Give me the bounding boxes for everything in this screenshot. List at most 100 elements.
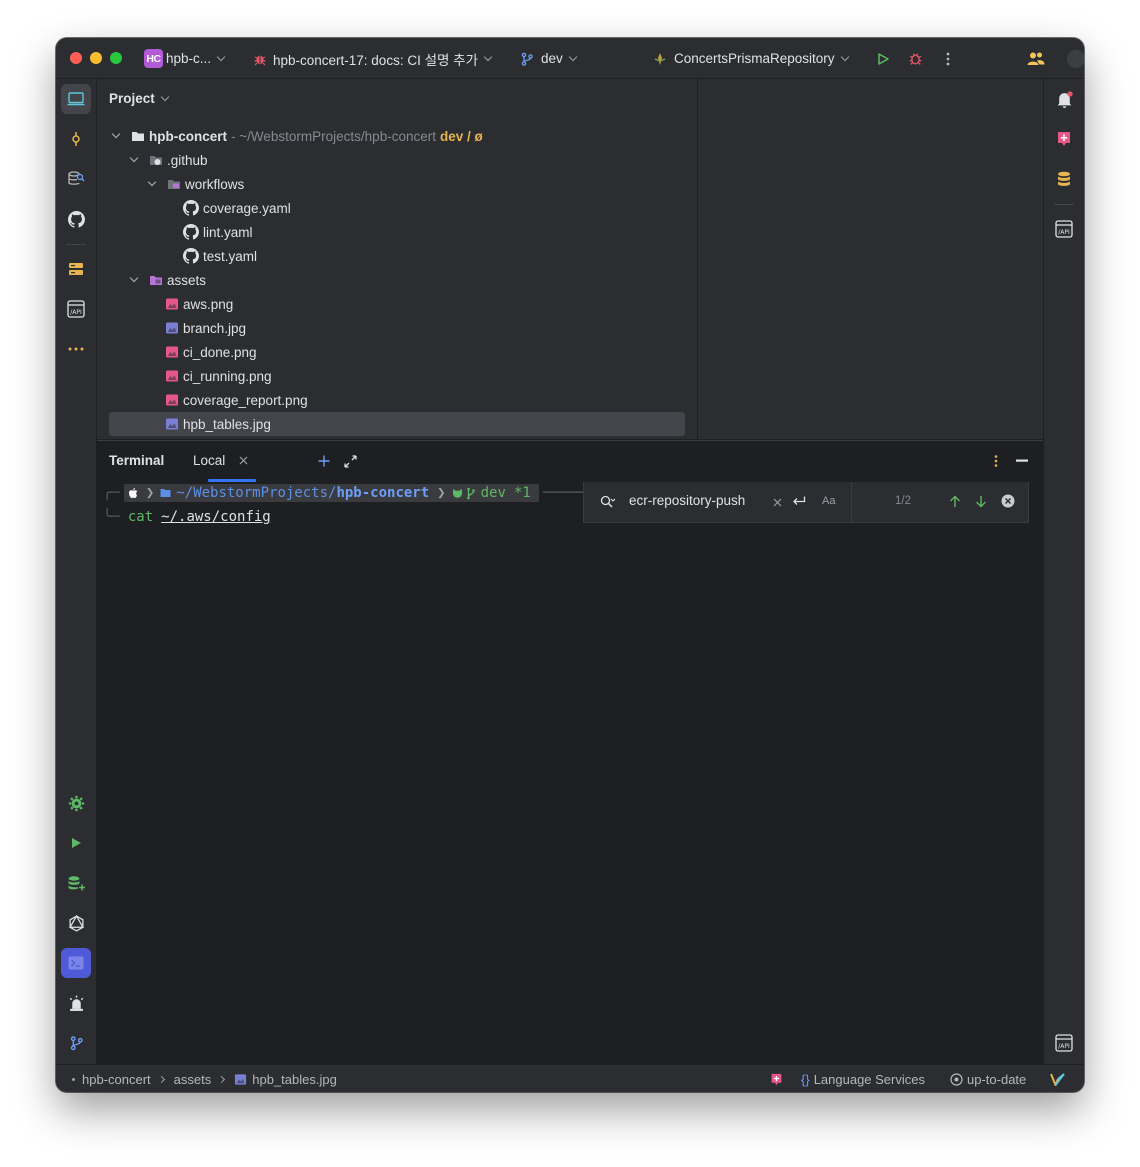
database-tool-button[interactable] bbox=[61, 868, 91, 898]
tree-item-ci-done-png[interactable]: ci_done.png bbox=[165, 340, 257, 364]
vitest-icon bbox=[1050, 1072, 1065, 1086]
image-file-icon bbox=[166, 346, 178, 358]
tab-local[interactable]: Local bbox=[193, 453, 248, 468]
folder-icon bbox=[132, 132, 144, 141]
code-with-me-button[interactable] bbox=[1027, 38, 1045, 79]
tree-item-label: assets bbox=[167, 272, 207, 288]
endpoints-button[interactable]: /API bbox=[1049, 214, 1079, 244]
ai-assistant-tool-button[interactable] bbox=[1049, 124, 1079, 154]
tree-item-root[interactable]: hpb-concert - ~/WebstormProjects/hpb-con… bbox=[111, 124, 483, 148]
git-branch-icon bbox=[466, 487, 475, 499]
vcs-status-widget[interactable]: up-to-date bbox=[950, 1065, 1026, 1092]
tree-item-coverage-report-png[interactable]: coverage_report.png bbox=[165, 388, 308, 412]
tree-item-hpb-tables-jpg[interactable]: hpb_tables.jpg bbox=[165, 412, 271, 436]
breadcrumb-item-folder[interactable]: assets bbox=[174, 1072, 212, 1087]
more-actions-button[interactable] bbox=[945, 38, 951, 79]
close-icon[interactable] bbox=[239, 456, 248, 465]
services-tool-button[interactable] bbox=[61, 254, 91, 284]
bell-icon bbox=[1057, 90, 1073, 108]
http-client-button[interactable]: /API bbox=[61, 294, 91, 324]
task-name: hpb-concert-17: docs: CI 설명 추가 bbox=[273, 52, 479, 68]
project-name: hpb-c... bbox=[166, 51, 212, 66]
commit-tool-button[interactable] bbox=[61, 124, 91, 154]
chevron-down-icon bbox=[216, 52, 226, 61]
tree-item-test-yaml[interactable]: test.yaml bbox=[183, 244, 257, 268]
zoom-window-button[interactable] bbox=[110, 52, 122, 64]
hide-panel-icon[interactable] bbox=[1016, 459, 1028, 463]
image-file-icon bbox=[166, 370, 178, 382]
project-view-selector[interactable]: Project bbox=[109, 91, 170, 106]
tree-item-aws-png[interactable]: aws.png bbox=[165, 292, 233, 316]
tree-item-github-folder[interactable]: .github bbox=[129, 148, 208, 172]
tree-item-assets-folder[interactable]: assets bbox=[129, 268, 207, 292]
left-tool-strip: /API bbox=[56, 79, 97, 1064]
prompt-segment-os: ❯ ~/WebstormProjects/hpb-concert ❯ dev *… bbox=[123, 484, 539, 502]
project-switcher[interactable]: HC hpb-c... bbox=[144, 38, 226, 79]
debug-button[interactable] bbox=[908, 38, 923, 79]
previous-match-arrow-up-icon[interactable] bbox=[949, 495, 961, 508]
branch-switcher[interactable]: dev bbox=[520, 38, 578, 79]
expand-icon[interactable] bbox=[344, 455, 357, 468]
close-window-button[interactable] bbox=[70, 52, 82, 64]
problems-tool-button[interactable] bbox=[61, 988, 91, 1018]
terminal-tool-button[interactable] bbox=[61, 948, 91, 978]
tree-item-workflows-folder[interactable]: workflows bbox=[147, 172, 244, 196]
divider bbox=[66, 244, 86, 245]
run-tool-button[interactable] bbox=[61, 828, 91, 858]
new-line-icon[interactable] bbox=[792, 496, 806, 507]
minimize-window-button[interactable] bbox=[90, 52, 102, 64]
database-panel-button[interactable] bbox=[1049, 164, 1079, 194]
run-config-selector[interactable]: ConcertsPrismaRepository bbox=[653, 38, 849, 79]
tree-item-coverage-yaml[interactable]: coverage.yaml bbox=[183, 196, 291, 220]
gear-icon bbox=[68, 795, 84, 811]
terminal-icon bbox=[68, 956, 84, 970]
tree-item-label: coverage_report.png bbox=[183, 392, 308, 408]
notifications-button[interactable] bbox=[1049, 84, 1079, 114]
search-history-icon[interactable] bbox=[600, 495, 616, 509]
active-tab-indicator bbox=[208, 479, 256, 482]
image-file-icon bbox=[166, 298, 178, 310]
tree-item-label: ci_running.png bbox=[183, 368, 272, 384]
more-tools-button[interactable] bbox=[61, 334, 91, 364]
git-tool-button[interactable] bbox=[61, 1028, 91, 1058]
graphql-tool-button[interactable] bbox=[61, 908, 91, 938]
run-config-name: ConcertsPrismaRepository bbox=[674, 51, 835, 66]
database-explorer-button[interactable] bbox=[61, 164, 91, 194]
terminal-panel: Terminal Local ╭─ ❯ ~/WebstormProjects/h… bbox=[97, 440, 1043, 1064]
tree-item-ci-running-png[interactable]: ci_running.png bbox=[165, 364, 272, 388]
search-input[interactable]: ecr-repository-push bbox=[629, 493, 745, 508]
prompt-frame-corner: ╰─ bbox=[103, 509, 120, 525]
more-vertical-icon[interactable] bbox=[993, 454, 999, 468]
ai-assistant-button[interactable] bbox=[1067, 38, 1084, 79]
terminal-command-line[interactable]: ╰─ cat ~/.aws/config bbox=[103, 507, 271, 527]
language-services-widget[interactable]: {} Language Services bbox=[801, 1065, 925, 1092]
ide-window: HC hpb-c... hpb-concert-17: docs: CI 설명 … bbox=[56, 38, 1084, 1092]
api-icon: /API bbox=[1055, 1034, 1073, 1052]
tree-item-branch-jpg[interactable]: branch.jpg bbox=[165, 316, 246, 340]
http-client-panel-button[interactable]: /API bbox=[1049, 1028, 1079, 1058]
svg-text:/API: /API bbox=[1058, 1043, 1070, 1050]
terminal-prompt: ╭─ ❯ ~/WebstormProjects/hpb-concert ❯ de… bbox=[103, 483, 585, 503]
match-case-toggle[interactable]: Aa bbox=[822, 495, 835, 507]
clear-search-icon[interactable] bbox=[773, 498, 782, 507]
new-tab-plus-icon[interactable] bbox=[318, 455, 330, 467]
more-horizontal-icon bbox=[68, 347, 84, 351]
ai-status-widget[interactable] bbox=[770, 1065, 783, 1092]
close-search-icon[interactable] bbox=[1001, 494, 1015, 508]
breadcrumb-item-file[interactable]: hpb_tables.jpg bbox=[252, 1072, 337, 1087]
project-tool-button[interactable] bbox=[61, 84, 91, 114]
task-switcher[interactable]: hpb-concert-17: docs: CI 설명 추가 bbox=[253, 38, 493, 79]
settings-tool-button[interactable] bbox=[61, 788, 91, 818]
command-argument: ~/.aws/config bbox=[161, 509, 271, 525]
image-file-icon bbox=[166, 394, 178, 406]
run-button[interactable] bbox=[876, 38, 890, 79]
github-tool-button[interactable] bbox=[61, 204, 91, 234]
tree-item-lint-yaml[interactable]: lint.yaml bbox=[183, 220, 253, 244]
next-match-arrow-down-icon[interactable] bbox=[975, 495, 987, 508]
tree-item-label: .github bbox=[167, 152, 208, 168]
tree-item-label: lint.yaml bbox=[203, 224, 253, 240]
vitest-widget[interactable] bbox=[1050, 1065, 1065, 1092]
github-actions-file-icon bbox=[183, 200, 199, 216]
services-icon bbox=[69, 263, 83, 275]
breadcrumb-item-project[interactable]: hpb-concert bbox=[82, 1072, 151, 1087]
